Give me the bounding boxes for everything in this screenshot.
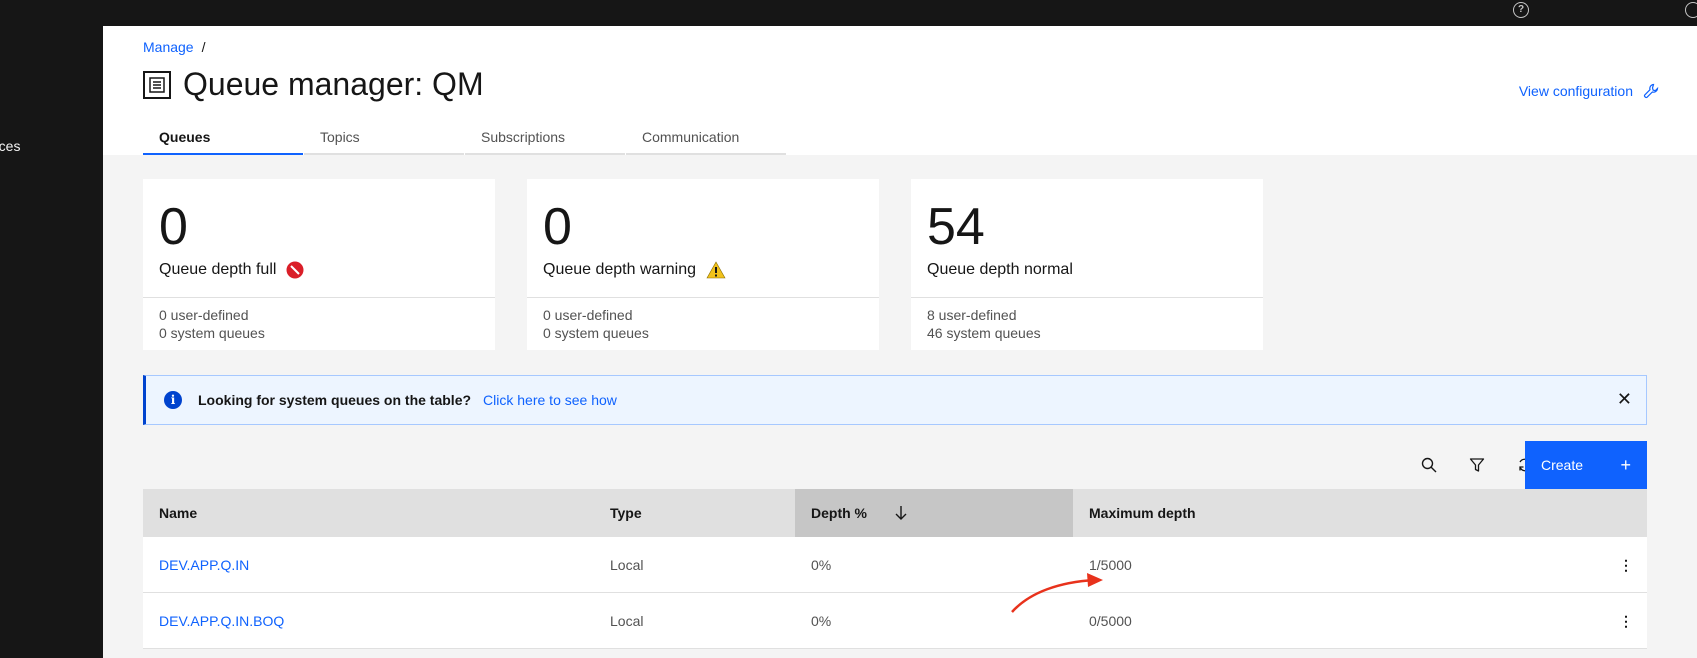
filter-button[interactable] <box>1453 441 1501 489</box>
column-header-type[interactable]: Type <box>594 489 795 537</box>
search-button[interactable] <box>1405 441 1453 489</box>
queue-type: Local <box>610 557 644 573</box>
tile-label: Queue depth full <box>159 261 304 279</box>
column-header-depth-label: Depth % <box>811 505 867 521</box>
tile-label-text: Queue depth warning <box>543 261 696 278</box>
top-bar: ? <box>0 0 1697 26</box>
queue-type: Local <box>610 613 644 629</box>
tile-system-queues: 0 system queues <box>543 325 649 341</box>
overflow-menu-icon[interactable]: ⋮ <box>1605 593 1647 649</box>
table-header: Name Type Depth % Maximum depth <box>143 489 1647 537</box>
error-icon <box>286 261 304 279</box>
tile-label-text: Queue depth full <box>159 261 277 278</box>
breadcrumb: Manage / <box>143 39 205 55</box>
tile-user-defined: 0 user-defined <box>543 307 633 323</box>
tile-depth-warning: 0 Queue depth warning 0 user-defined 0 s… <box>527 179 879 350</box>
tile-divider <box>911 297 1263 298</box>
queue-name-link[interactable]: DEV.APP.Q.IN.BOQ <box>143 593 284 649</box>
column-header-name[interactable]: Name <box>143 489 594 537</box>
tile-user-defined: 8 user-defined <box>927 307 1017 323</box>
filter-icon <box>1469 458 1485 472</box>
sidebar-item-resources[interactable]: rces <box>0 138 20 154</box>
notification-link[interactable]: Click here to see how <box>483 392 617 408</box>
table-row: DEV.APP.Q.IN Local 0% 1/5000 ⋮ <box>143 537 1647 593</box>
column-header-depth[interactable]: Depth % <box>795 489 1073 537</box>
add-icon: + <box>1620 454 1631 475</box>
overflow-menu-icon[interactable]: ⋮ <box>1605 537 1647 593</box>
tile-system-queues: 46 system queues <box>927 325 1041 341</box>
close-icon[interactable]: ✕ <box>1617 390 1632 408</box>
tile-value: 54 <box>927 198 985 256</box>
info-icon: i <box>164 391 182 409</box>
queue-manager-icon <box>143 70 171 99</box>
tile-depth-normal: 54 Queue depth normal 8 user-defined 46 … <box>911 179 1263 350</box>
warning-icon <box>706 261 726 279</box>
queue-name-link[interactable]: DEV.APP.Q.IN <box>143 537 249 593</box>
queue-depth: 0% <box>811 557 832 573</box>
user-icon[interactable] <box>1685 2 1697 18</box>
tab-subscriptions[interactable]: Subscriptions <box>465 125 625 155</box>
search-icon <box>1421 457 1437 473</box>
create-button-label: Create <box>1541 457 1584 473</box>
notification-title: Looking for system queues on the table? <box>198 392 472 408</box>
page-title: Queue manager: QM <box>183 66 484 102</box>
tile-value: 0 <box>543 198 572 256</box>
info-notification: i Looking for system queues on the table… <box>143 375 1647 425</box>
title-row: Queue manager: QM <box>143 66 484 103</box>
create-button[interactable]: Create + <box>1525 441 1647 489</box>
tile-depth-full: 0 Queue depth full 0 user-defined 0 syst… <box>143 179 495 350</box>
table-row: DEV.APP.Q.IN.BOQ Local 0% 0/5000 ⋮ <box>143 593 1647 649</box>
tab-queues[interactable]: Queues <box>143 125 303 155</box>
help-icon[interactable]: ? <box>1513 2 1529 18</box>
queues-table: Name Type Depth % Maximum depth DEV.APP.… <box>143 489 1647 649</box>
tile-user-defined: 0 user-defined <box>159 307 249 323</box>
tab-communication[interactable]: Communication <box>626 125 786 155</box>
tab-list: Queues Topics Subscriptions Communicatio… <box>143 125 787 155</box>
side-nav: rces <box>0 26 103 658</box>
tile-label: Queue depth normal <box>927 261 1073 279</box>
annotation-arrow <box>1011 573 1103 613</box>
tile-value: 0 <box>159 198 188 256</box>
column-header-max-depth[interactable]: Maximum depth <box>1073 489 1647 537</box>
view-configuration-link[interactable]: View configuration <box>1519 83 1659 99</box>
queue-depth: 0% <box>811 613 832 629</box>
table-toolbar: Create + <box>143 441 1647 489</box>
tab-topics[interactable]: Topics <box>304 125 464 155</box>
view-configuration-label: View configuration <box>1518 83 1633 99</box>
sort-descending-icon <box>895 506 907 520</box>
wrench-icon <box>1643 83 1659 99</box>
page-header: Manage / Queue manager: QM View configura… <box>103 26 1697 155</box>
tile-divider <box>143 297 495 298</box>
tile-system-queues: 0 system queues <box>159 325 265 341</box>
tile-label: Queue depth warning <box>543 261 726 279</box>
breadcrumb-separator: / <box>201 39 206 55</box>
tile-divider <box>527 297 879 298</box>
tile-label-text: Queue depth normal <box>927 261 1073 278</box>
breadcrumb-link-manage[interactable]: Manage <box>143 39 194 55</box>
